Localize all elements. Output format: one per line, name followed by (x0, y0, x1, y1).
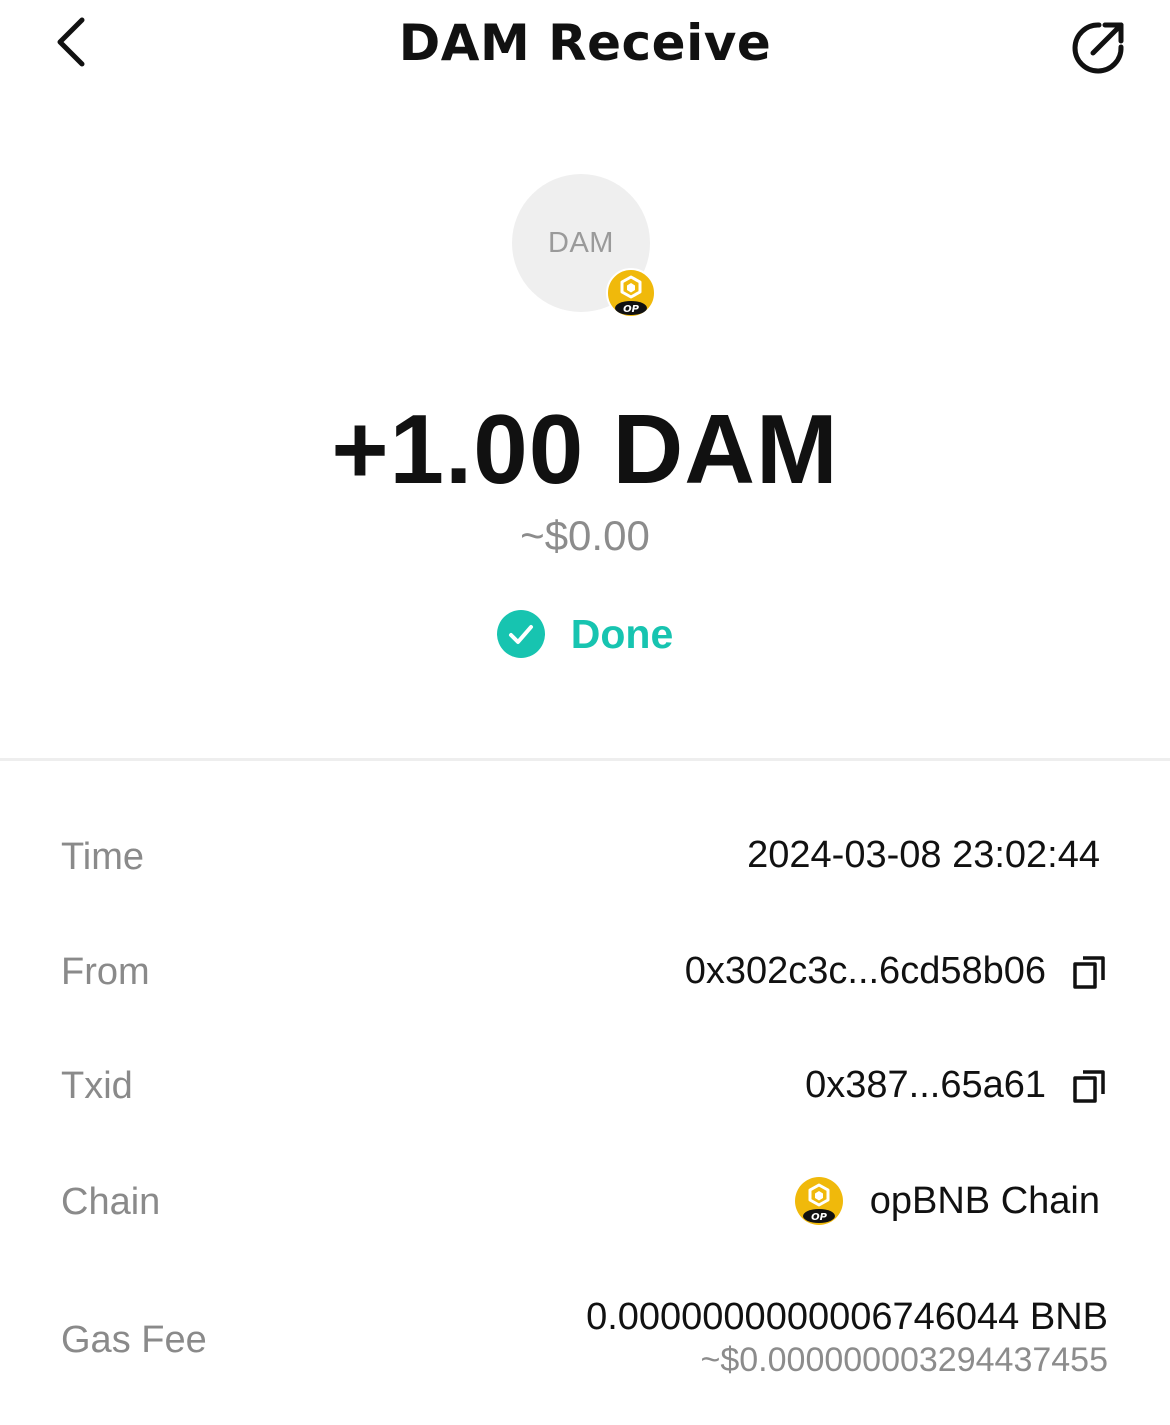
status-text: Done (570, 610, 674, 657)
transaction-amount: +1.00 DAM (331, 394, 839, 504)
time-value: 2024-03-08 23:02:44 (747, 834, 1100, 877)
header-bar: DAM Receive (0, 0, 1170, 92)
check-circle-icon (496, 610, 545, 658)
chain-name: opBNB Chain (869, 1179, 1100, 1222)
page-title: DAM Receive (398, 14, 772, 72)
section-divider (0, 758, 1170, 761)
time-text: 2024-03-08 23:02:44 (747, 834, 1100, 876)
badge-label: OP (623, 304, 640, 315)
opbnb-logo-icon: OP (606, 268, 656, 318)
txid-value: 0x387...65a61 (805, 1064, 1108, 1107)
copy-txid-button[interactable] (1072, 1068, 1108, 1104)
share-icon (1072, 22, 1124, 74)
chain-label: Chain (61, 1181, 161, 1223)
status-indicator: Done (0, 610, 1170, 658)
token-symbol: DAM (548, 226, 614, 259)
from-value: 0x302c3c...6cd58b06 (685, 950, 1108, 993)
chain-badge-label: OP (811, 1212, 828, 1223)
gas-fee-values: 0.0000000000006746044 BNB ~$0.0000000032… (586, 1294, 1108, 1380)
opbnb-logo-icon: OP (794, 1177, 843, 1225)
copy-icon (1073, 1069, 1105, 1103)
fiat-value: ~$0.00 (520, 512, 650, 559)
chain-logo: OP (794, 1176, 844, 1226)
txid-text: 0x387...65a61 (805, 1064, 1046, 1106)
copy-icon (1073, 955, 1105, 989)
gas-fee-fiat: ~$0.000000003294437455 (700, 1341, 1109, 1379)
txid-label: Txid (61, 1065, 133, 1107)
gas-fee-label: Gas Fee (61, 1319, 207, 1361)
chain-value: OP opBNB Chain (794, 1176, 1100, 1226)
gas-fee-amount: 0.0000000000006746044 BNB (586, 1296, 1108, 1338)
from-address: 0x302c3c...6cd58b06 (684, 950, 1046, 992)
share-button[interactable] (1062, 12, 1134, 84)
from-label: From (61, 951, 150, 993)
time-label: Time (61, 836, 145, 878)
chain-badge: OP (606, 268, 656, 322)
copy-from-button[interactable] (1072, 954, 1108, 990)
